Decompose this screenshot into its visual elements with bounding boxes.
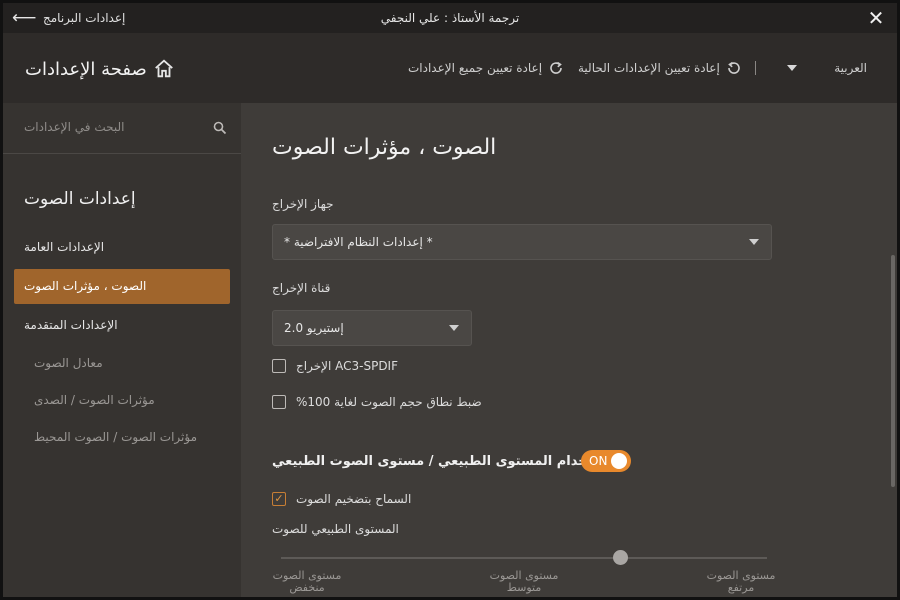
search-input[interactable]: البحث في الإعدادات xyxy=(24,120,124,134)
sidebar-item-equalizer[interactable]: معادل الصوت xyxy=(14,346,230,381)
ac3-spdif-label: AC3-SPDIF الإخراج xyxy=(296,359,399,373)
sidebar-item-reverb[interactable]: مؤثرات الصوت / الصدى xyxy=(14,383,230,418)
toggle-knob xyxy=(611,453,627,469)
page-title: صفحة الإعدادات xyxy=(25,55,175,83)
output-device-select[interactable]: * إعدادات النظام الافتراضية * xyxy=(272,224,772,260)
header-divider xyxy=(755,61,756,75)
level-slider-track[interactable] xyxy=(281,557,767,559)
language-select[interactable]: العربية xyxy=(787,57,867,79)
title-bar: ⟵ إعدادات البرنامج ترجمة الأستاذ : علي ا… xyxy=(3,3,897,33)
reset-all-button[interactable]: إعادة تعيين جميع الإعدادات xyxy=(408,57,564,79)
reset-all-label: إعادة تعيين جميع الإعدادات xyxy=(408,61,543,75)
volume-range-option[interactable]: ضبط نطاق حجم الصوت لغاية 100% xyxy=(272,393,482,411)
normalize-toggle[interactable]: ON xyxy=(581,450,631,472)
sidebar-item-general[interactable]: الإعدادات العامة xyxy=(14,230,230,265)
normalize-label: إستخدام المستوى الطبيعي / مستوى الصوت ال… xyxy=(272,453,611,469)
toggle-state-text: ON xyxy=(589,454,608,468)
language-value: العربية xyxy=(834,61,867,75)
search-icon xyxy=(213,121,227,135)
sidebar-item-surround[interactable]: مؤثرات الصوت / الصوت المحيط xyxy=(14,420,230,455)
chevron-down-icon xyxy=(749,239,759,245)
refresh-icon xyxy=(550,61,562,74)
reset-icon xyxy=(727,61,740,74)
chevron-down-icon xyxy=(449,325,459,331)
slider-tick-high: مستوى الصوت مرتفع xyxy=(706,570,776,594)
ac3-spdif-checkbox[interactable] xyxy=(272,359,286,373)
reset-current-button[interactable]: إعادة تعيين الإعدادات الحالية xyxy=(578,57,742,79)
level-slider-thumb[interactable] xyxy=(613,550,628,565)
sidebar-item-advanced[interactable]: الإعدادات المتقدمة xyxy=(14,308,230,343)
window-title: ترجمة الأستاذ : علي النجفي xyxy=(380,11,520,25)
output-device-value: * إعدادات النظام الافتراضية * xyxy=(284,235,433,249)
slider-tick-medium: مستوى الصوت متوسط xyxy=(489,570,559,594)
volume-range-label: ضبط نطاق حجم الصوت لغاية 100% xyxy=(296,395,482,409)
search-box[interactable]: البحث في الإعدادات xyxy=(3,103,241,154)
content-panel: الصوت ، مؤثرات الصوت جهاز الإخراج * إعدا… xyxy=(241,103,897,597)
settings-window: ⟵ إعدادات البرنامج ترجمة الأستاذ : علي ا… xyxy=(3,3,897,597)
normal-level-label: المستوى الطبيعي للصوت xyxy=(272,522,399,536)
output-channel-label: قناة الإخراج xyxy=(272,281,331,295)
reset-current-label: إعادة تعيين الإعدادات الحالية xyxy=(578,61,720,75)
tick-medium-line2: متوسط xyxy=(506,581,542,594)
close-icon[interactable]: ✕ xyxy=(865,7,887,29)
content-title: الصوت ، مؤثرات الصوت xyxy=(272,135,497,160)
home-icon xyxy=(154,59,173,78)
ac3-spdif-option[interactable]: AC3-SPDIF الإخراج xyxy=(272,357,398,375)
normalize-row: إستخدام المستوى الطبيعي / مستوى الصوت ال… xyxy=(272,449,610,473)
chevron-down-icon xyxy=(787,65,797,71)
tick-low-line2: منخفض xyxy=(289,581,325,594)
sidebar: البحث في الإعدادات إعدادات الصوت الإعداد… xyxy=(3,103,241,597)
volume-range-checkbox[interactable] xyxy=(272,395,286,409)
sidebar-section-title: إعدادات الصوت xyxy=(24,189,136,209)
slider-tick-low: مستوى الصوت منخفض xyxy=(272,570,342,594)
output-channel-value: إستيريو 2.0 xyxy=(284,321,344,335)
output-device-label: جهاز الإخراج xyxy=(272,197,334,211)
checkmark-icon: ✓ xyxy=(274,492,284,505)
header: صفحة الإعدادات إعادة تعيين جميع الإعدادا… xyxy=(3,33,897,103)
amplify-checkbox[interactable]: ✓ xyxy=(272,492,286,506)
content-scrollbar[interactable] xyxy=(891,255,895,487)
amplify-label: السماح بتضخيم الصوت xyxy=(296,492,412,506)
page-title-text: صفحة الإعدادات xyxy=(25,58,147,80)
amplify-option[interactable]: ✓ السماح بتضخيم الصوت xyxy=(272,490,411,508)
sidebar-item-audio-effects[interactable]: الصوت ، مؤثرات الصوت xyxy=(14,269,230,304)
output-channel-select[interactable]: إستيريو 2.0 xyxy=(272,310,472,346)
tick-high-line2: مرتفع xyxy=(727,581,755,594)
